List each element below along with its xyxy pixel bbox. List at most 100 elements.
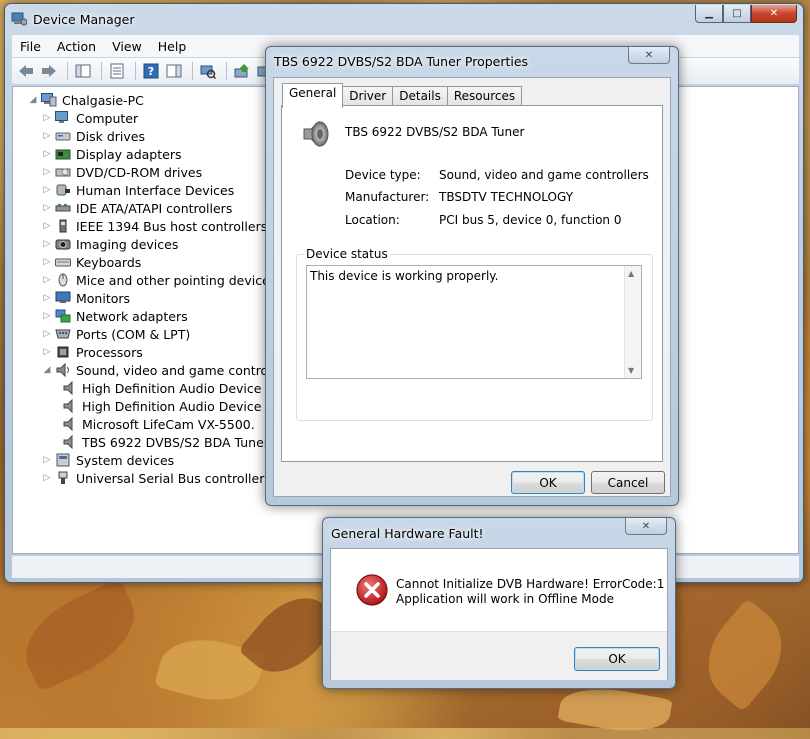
close-icon[interactable]: ✕ <box>751 5 797 23</box>
expand-icon[interactable]: ▷ <box>42 113 52 123</box>
tree-category[interactable]: ▷ IDE ATA/ATAPI controllers <box>42 199 295 217</box>
maximize-icon[interactable]: □ <box>723 5 751 23</box>
status-scrollbar[interactable]: ▲ ▼ <box>624 266 641 378</box>
manufacturer-value: TBSDTV TECHNOLOGY <box>439 190 574 204</box>
expand-icon[interactable]: ▷ <box>42 455 52 465</box>
device-status-title: Device status <box>304 247 390 261</box>
scroll-up-icon[interactable]: ▲ <box>628 269 634 278</box>
tree-category-label: Imaging devices <box>76 236 179 252</box>
tree-category[interactable]: ▷ Disk drives <box>42 127 295 145</box>
tree-category[interactable]: ▷ Mice and other pointing devices <box>42 271 295 289</box>
tree-category[interactable]: ▷ Processors <box>42 343 295 361</box>
device-type-value: Sound, video and game controllers <box>439 168 649 182</box>
toolbar-separator <box>67 62 68 80</box>
dvd-drive-icon <box>55 165 71 179</box>
toolbar-separator <box>226 62 227 80</box>
expand-icon[interactable]: ▷ <box>42 221 52 231</box>
tree-category-label: Universal Serial Bus controllers <box>76 470 271 486</box>
properties-icon[interactable] <box>107 61 127 81</box>
minimize-icon[interactable]: ▁ <box>695 5 723 23</box>
expand-icon[interactable]: ▷ <box>42 311 52 321</box>
tab-general[interactable]: General <box>282 83 344 108</box>
tree-root[interactable]: ◢ Chalgasie-PC <box>28 91 144 109</box>
menu-file[interactable]: File <box>12 39 49 54</box>
error-icon <box>355 573 389 610</box>
expand-icon[interactable]: ▷ <box>42 275 52 285</box>
tree-category[interactable]: ▷ System devices <box>42 451 295 469</box>
properties-ok-button[interactable]: OK <box>511 471 585 494</box>
tree-device-label: TBS 6922 DVBS/S2 BDA Tuner <box>82 434 269 450</box>
fault-dialog: General Hardware Fault! ✕ Cannot Initial… <box>322 517 676 689</box>
properties-dialog-title: TBS 6922 DVBS/S2 BDA Tuner Properties <box>274 54 529 69</box>
tree-device[interactable]: High Definition Audio Device <box>42 397 295 415</box>
tree-category-label: IEEE 1394 Bus host controllers <box>76 218 268 234</box>
tree-category[interactable]: ▷ Monitors <box>42 289 295 307</box>
expand-icon[interactable]: ▷ <box>42 203 52 213</box>
help-icon[interactable]: ? <box>141 61 161 81</box>
menu-view[interactable]: View <box>104 39 150 54</box>
expand-icon[interactable]: ▷ <box>42 185 52 195</box>
toolbar-separator <box>192 62 193 80</box>
scroll-down-icon[interactable]: ▼ <box>628 366 634 375</box>
scan-hardware-icon[interactable] <box>198 61 218 81</box>
tree-device-label: Microsoft LifeCam VX-5500. <box>82 416 255 432</box>
menu-action[interactable]: Action <box>49 39 104 54</box>
expand-icon[interactable]: ▷ <box>42 329 52 339</box>
collapse-icon[interactable]: ◢ <box>42 365 52 375</box>
properties-cancel-button[interactable]: Cancel <box>591 471 665 494</box>
expand-icon[interactable]: ▷ <box>42 167 52 177</box>
speaker-icon <box>61 416 77 432</box>
expand-icon[interactable]: ▷ <box>42 347 52 357</box>
tree-category[interactable]: ▷ Computer <box>42 109 295 127</box>
show-hide-console-tree-icon[interactable] <box>73 61 93 81</box>
expand-icon[interactable]: ▷ <box>42 293 52 303</box>
tree-category-label: Human Interface Devices <box>76 182 235 198</box>
expand-icon[interactable]: ▷ <box>42 257 52 267</box>
action-pane-icon[interactable] <box>164 61 184 81</box>
tree-category[interactable]: ▷ IEEE 1394 Bus host controllers <box>42 217 295 235</box>
fault-close-icon[interactable]: ✕ <box>625 518 667 535</box>
fault-body: Cannot Initialize DVB Hardware! ErrorCod… <box>330 548 668 680</box>
tree-category[interactable]: ▷ Universal Serial Bus controllers <box>42 469 295 487</box>
expand-icon[interactable]: ▷ <box>42 149 52 159</box>
tree-category-label: System devices <box>76 452 175 468</box>
tab-driver[interactable]: Driver <box>342 86 394 107</box>
forward-icon[interactable] <box>39 61 59 81</box>
usb-icon <box>55 471 71 485</box>
tree-category-label: Keyboards <box>76 254 142 270</box>
update-driver-icon[interactable] <box>232 61 252 81</box>
window-caption-buttons: ▁ □ ✕ <box>695 5 797 23</box>
tree-category[interactable]: ▷ DVD/CD-ROM drives <box>42 163 295 181</box>
tree-category[interactable]: ▷ Human Interface Devices <box>42 181 295 199</box>
tree-category[interactable]: ▷ Display adapters <box>42 145 295 163</box>
tree-category-label: DVD/CD-ROM drives <box>76 164 203 180</box>
tree-category[interactable]: ▷ Keyboards <box>42 253 295 271</box>
menu-help[interactable]: Help <box>150 39 195 54</box>
ieee1394-icon <box>55 219 71 233</box>
tree-device[interactable]: Microsoft LifeCam VX-5500. <box>42 415 295 433</box>
back-icon[interactable] <box>16 61 36 81</box>
tree-device[interactable]: TBS 6922 DVBS/S2 BDA Tuner <box>42 433 295 451</box>
location-label: Location: <box>345 213 400 227</box>
device-status-text[interactable]: This device is working properly. ▲ ▼ <box>306 265 642 379</box>
computer-icon <box>55 111 71 125</box>
tab-resources[interactable]: Resources <box>446 86 523 107</box>
tab-details[interactable]: Details <box>392 86 448 107</box>
tree-category[interactable]: ▷ Network adapters <box>42 307 295 325</box>
tree-category-label: Monitors <box>76 290 131 306</box>
tree-category[interactable]: ▷ Ports (COM & LPT) <box>42 325 295 343</box>
collapse-icon[interactable]: ◢ <box>28 95 38 105</box>
tree-category[interactable]: ◢ Sound, video and game controllers <box>42 361 295 379</box>
fault-ok-button[interactable]: OK <box>574 647 660 671</box>
tree-device[interactable]: High Definition Audio Device <box>42 379 295 397</box>
expand-icon[interactable]: ▷ <box>42 239 52 249</box>
speaker-icon <box>61 398 77 414</box>
properties-close-icon[interactable]: ✕ <box>628 47 670 64</box>
camera-icon <box>55 237 71 251</box>
display-adapter-icon <box>55 147 71 161</box>
expand-icon[interactable]: ▷ <box>42 473 52 483</box>
expand-icon[interactable]: ▷ <box>42 131 52 141</box>
tree-category[interactable]: ▷ Imaging devices <box>42 235 295 253</box>
disk-drive-icon <box>55 129 71 143</box>
manufacturer-label: Manufacturer: <box>345 190 430 204</box>
